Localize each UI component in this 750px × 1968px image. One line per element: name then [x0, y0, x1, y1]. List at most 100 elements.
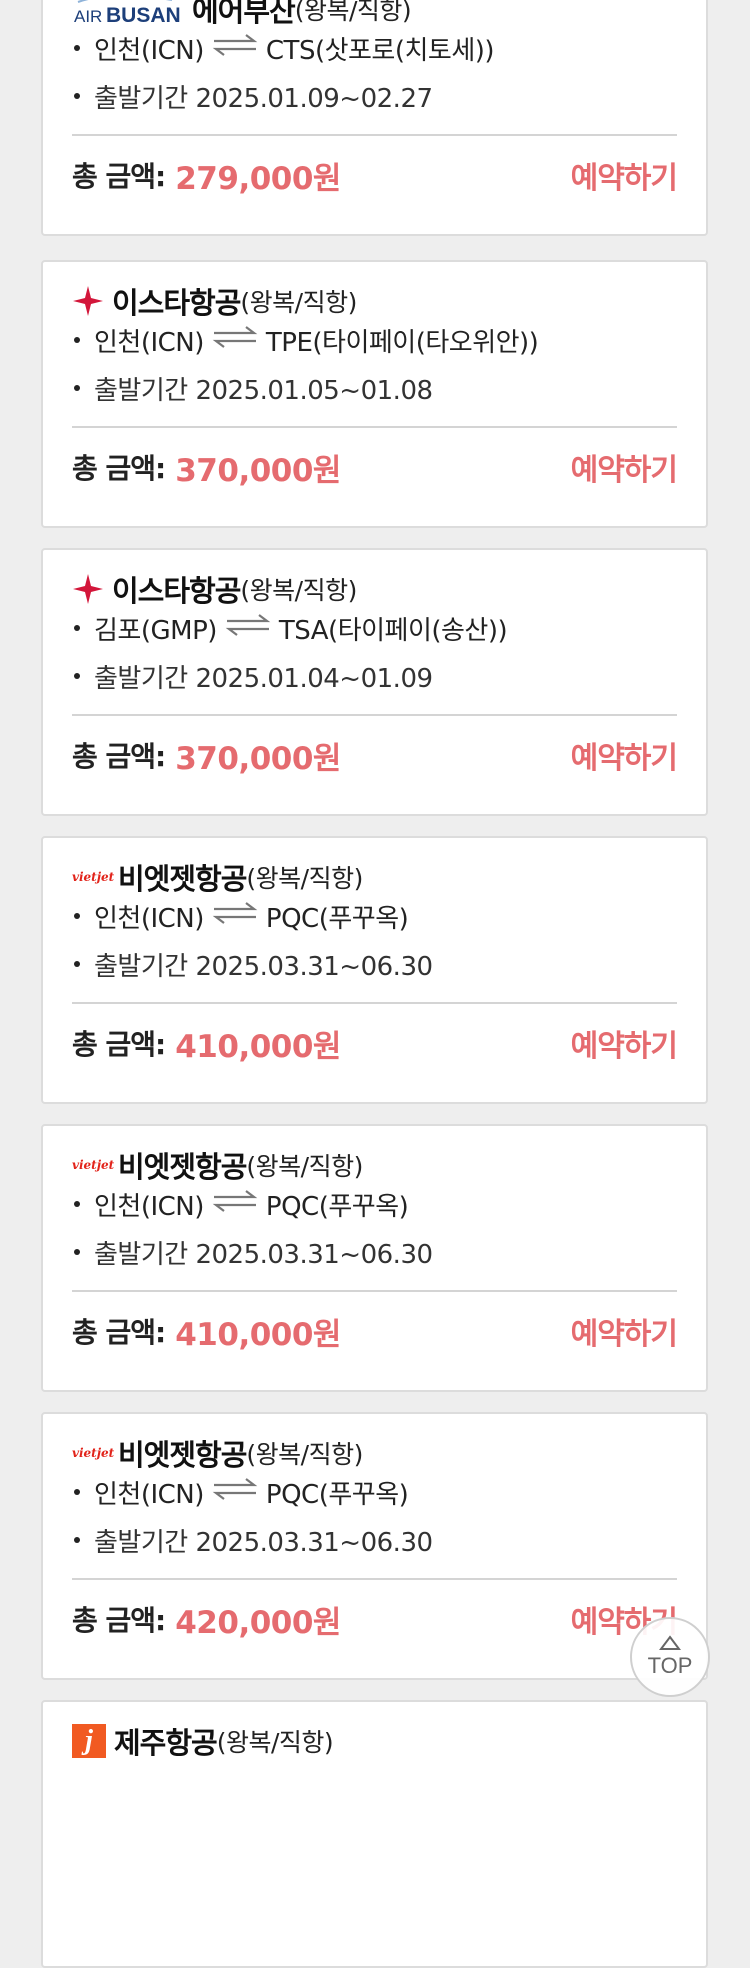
eastar-star-icon [72, 285, 104, 317]
total-amount: 총 금액: 420,000원 [72, 1594, 341, 1644]
origin: 인천(ICN) [94, 35, 204, 66]
flight-card[interactable]: vietjet 비엣젯항공 (왕복/직항) 인천(ICN) PQC(푸꾸옥) 출… [41, 836, 708, 1104]
divider [72, 134, 677, 136]
airline-name: 비엣젯항공 [118, 1438, 247, 1472]
destination: PQC(푸꾸옥) [265, 903, 409, 934]
round-trip-arrows-icon [225, 613, 271, 644]
departure-period: 출발기간 2025.03.31~06.30 [94, 951, 433, 982]
svg-text:BUSAN: BUSAN [106, 4, 181, 26]
period-line: 출발기간 2025.01.05~01.08 [72, 368, 433, 408]
top-label: TOP [647, 1653, 693, 1678]
flight-card[interactable]: vietjet 비엣젯항공 (왕복/직항) 인천(ICN) PQC(푸꾸옥) 출… [41, 1124, 708, 1392]
route-line: 김포(GMP) TSA(타이페이(송산)) [72, 608, 508, 648]
svg-text:AIR: AIR [74, 7, 102, 26]
trip-type: (왕복/직항) [246, 1152, 363, 1181]
total-price: 420,000원 [175, 1604, 341, 1641]
route-line: 인천(ICN) PQC(푸꾸옥) [72, 1472, 409, 1512]
period-line: 출발기간 2025.01.09~02.27 [72, 76, 433, 116]
route-line: 인천(ICN) TPE(타이페이(타오위안)) [72, 320, 539, 360]
total-amount: 총 금액: 410,000원 [72, 1018, 341, 1068]
total-price: 370,000원 [175, 740, 341, 777]
flight-card[interactable]: 이스타항공 (왕복/직항) 인천(ICN) TPE(타이페이(타오위안)) 출발… [41, 260, 708, 528]
destination: CTS(삿포로(치토세)) [265, 35, 495, 66]
airline-name: 이스타항공 [112, 286, 241, 320]
trip-type: (왕복/직항) [240, 288, 357, 317]
card-header: j 제주항공 (왕복/직항) [72, 1716, 334, 1766]
jeju-air-logo-icon: j [72, 1724, 106, 1758]
trip-type: (왕복/직항) [294, 0, 412, 25]
flight-card[interactable]: vietjet 비엣젯항공 (왕복/직항) 인천(ICN) PQC(푸꾸옥) 출… [41, 1412, 708, 1680]
card-header: vietjet 비엣젯항공 (왕복/직항) [72, 1428, 363, 1478]
route-line: 인천(ICN) CTS(삿포로(치토세)) [72, 28, 495, 68]
total-amount: 총 금액: 370,000원 [72, 730, 341, 780]
airline-name: 이스타항공 [112, 574, 241, 608]
divider [72, 714, 677, 716]
flight-card[interactable]: AIR BUSAN 에어부산 (왕복/직항) 인천(ICN) CTS(삿포로(치… [41, 0, 708, 236]
divider [72, 426, 677, 428]
book-button[interactable]: 예약하기 [571, 150, 678, 200]
vietjet-logo-icon: vietjet [72, 1446, 115, 1460]
total-amount: 총 금액: 370,000원 [72, 442, 341, 492]
round-trip-arrows-icon [212, 1189, 258, 1220]
round-trip-arrows-icon [212, 325, 258, 356]
eastar-star-icon [72, 573, 104, 605]
round-trip-arrows-icon [212, 33, 258, 64]
vietjet-logo-icon: vietjet [72, 870, 115, 884]
airline-name: 비엣젯항공 [118, 1150, 247, 1184]
airline-name: 제주항공 [114, 1726, 218, 1760]
book-button[interactable]: 예약하기 [571, 730, 678, 780]
destination: PQC(푸꾸옥) [265, 1479, 409, 1510]
bullet-icon [74, 1537, 80, 1543]
flight-card[interactable]: j 제주항공 (왕복/직항) [41, 1700, 708, 1968]
bullet-icon [74, 961, 80, 967]
bullet-icon [74, 93, 80, 99]
total-label: 총 금액: [72, 1028, 166, 1061]
departure-period: 출발기간 2025.03.31~06.30 [94, 1527, 433, 1558]
origin: 김포(GMP) [94, 615, 217, 646]
bullet-icon [74, 1249, 80, 1255]
origin: 인천(ICN) [94, 1479, 204, 1510]
scroll-top-button[interactable]: TOP [630, 1617, 710, 1697]
bullet-icon [74, 673, 80, 679]
divider [72, 1290, 677, 1292]
route-line: 인천(ICN) PQC(푸꾸옥) [72, 1184, 409, 1224]
departure-period: 출발기간 2025.03.31~06.30 [94, 1239, 433, 1270]
trip-type: (왕복/직항) [240, 576, 357, 605]
period-line: 출발기간 2025.03.31~06.30 [72, 1232, 433, 1272]
departure-period: 출발기간 2025.01.04~01.09 [94, 663, 433, 694]
departure-period: 출발기간 2025.01.09~02.27 [94, 83, 433, 114]
total-price: 410,000원 [175, 1316, 341, 1353]
flight-card[interactable]: 이스타항공 (왕복/직항) 김포(GMP) TSA(타이페이(송산)) 출발기간… [41, 548, 708, 816]
bullet-icon [74, 1489, 80, 1495]
bullet-icon [74, 1201, 80, 1207]
period-line: 출발기간 2025.03.31~06.30 [72, 1520, 433, 1560]
card-header: 이스타항공 (왕복/직항) [72, 276, 357, 326]
book-button[interactable]: 예약하기 [571, 442, 678, 492]
round-trip-arrows-icon [212, 1477, 258, 1508]
period-line: 출발기간 2025.01.04~01.09 [72, 656, 433, 696]
vietjet-logo-icon: vietjet [72, 1158, 115, 1172]
origin: 인천(ICN) [94, 1191, 204, 1222]
divider [72, 1578, 677, 1580]
total-amount: 총 금액: 410,000원 [72, 1306, 341, 1356]
origin: 인천(ICN) [94, 327, 204, 358]
divider [72, 1002, 677, 1004]
bullet-icon [74, 337, 80, 343]
total-label: 총 금액: [72, 160, 166, 193]
air-busan-logo-icon: AIR BUSAN [72, 0, 184, 26]
total-price: 410,000원 [175, 1028, 341, 1065]
card-header: 이스타항공 (왕복/직항) [72, 564, 357, 614]
airline-name: 에어부산 [192, 0, 296, 28]
destination: TPE(타이페이(타오위안)) [265, 327, 539, 358]
round-trip-arrows-icon [212, 901, 258, 932]
book-button[interactable]: 예약하기 [571, 1306, 678, 1356]
total-label: 총 금액: [72, 740, 166, 773]
total-price: 370,000원 [175, 452, 341, 489]
card-header: vietjet 비엣젯항공 (왕복/직항) [72, 1140, 363, 1190]
book-button[interactable]: 예약하기 [571, 1018, 678, 1068]
total-price: 279,000원 [175, 160, 341, 197]
airline-name: 비엣젯항공 [118, 862, 247, 896]
trip-type: (왕복/직항) [246, 1440, 363, 1469]
trip-type: (왕복/직항) [246, 864, 363, 893]
bullet-icon [74, 913, 80, 919]
